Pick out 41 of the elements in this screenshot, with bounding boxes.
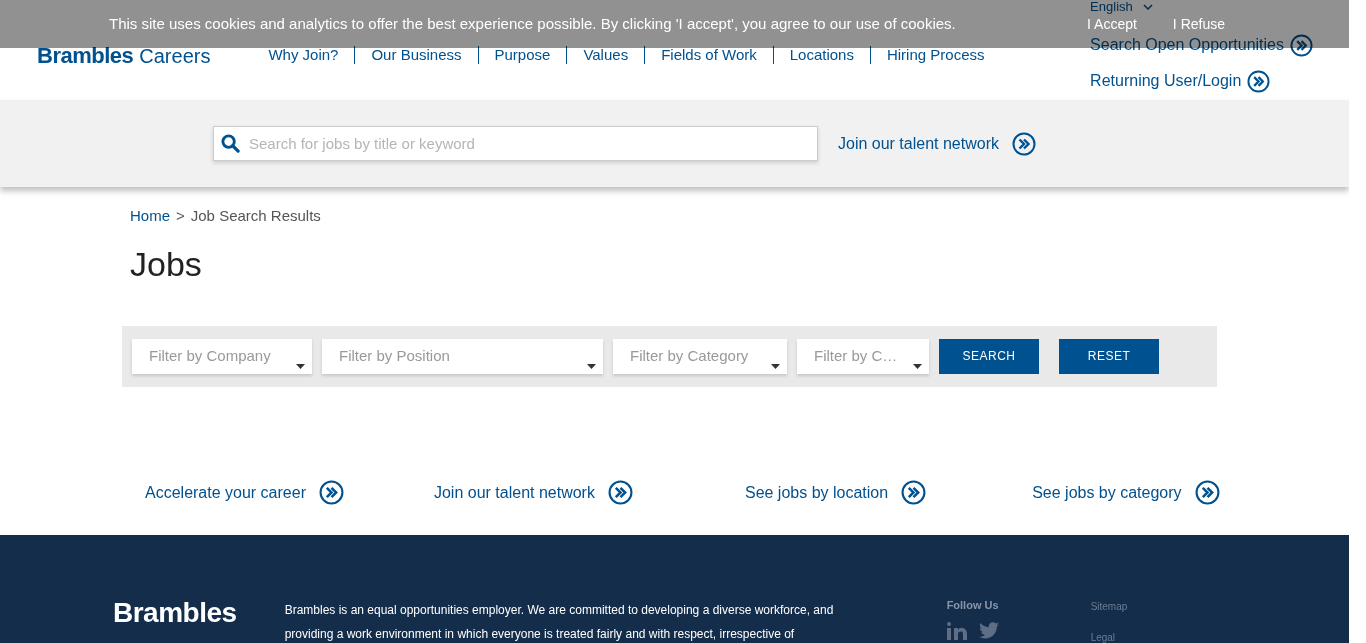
footer-text: Brambles is an equal opportunities employer. We are committed to developing a diverse workforce, and providing a work environment in which everyone is treated fairly and with respect, irrespective of: [284, 602, 835, 643]
nav-link[interactable]: Purpose: [494, 44, 551, 67]
nav-link[interactable]: Values: [583, 44, 629, 67]
nav-link[interactable]: Our Business: [371, 44, 462, 67]
double-chevron-icon: [1194, 480, 1220, 505]
cookie-message: This site uses cookies and analytics to offer the best experience possible. By clicking 'I accept', you agree to our use of cookies.: [109, 14, 956, 34]
linkedin-icon[interactable]: [946, 621, 967, 640]
breadcrumb-separator: >: [176, 206, 185, 226]
breadcrumb-link[interactable]: Home: [130, 205, 170, 228]
link[interactable]: See jobs by location: [744, 480, 927, 505]
double-chevron-icon: [1012, 131, 1036, 156]
search-field[interactable]: Search for jobs by title or keyword: [213, 126, 818, 161]
dropdown-arrow-icon: [771, 363, 780, 369]
page-title: Jobs: [130, 243, 203, 284]
nav-link[interactable]: Hiring Process: [886, 44, 985, 67]
chevron-down-icon: [1142, 4, 1153, 10]
link[interactable]: Join our talent network: [838, 131, 1036, 156]
double-chevron-icon: [901, 480, 927, 505]
breadcrumb-current: Job Search Results: [190, 206, 321, 226]
site-logo[interactable]: Brambles Careers: [37, 39, 211, 72]
double-chevron-icon: [318, 480, 344, 505]
dropdown-arrow-icon: [913, 363, 922, 369]
dropdown-arrow-icon: [587, 363, 596, 369]
footer-logo[interactable]: Brambles: [113, 597, 237, 629]
filter-button[interactable]: SEARCH: [939, 338, 1039, 374]
language-select[interactable]: English: [1090, 0, 1153, 14]
twitter-icon[interactable]: [978, 622, 999, 639]
nav-link[interactable]: Fields of Work: [661, 44, 757, 67]
dropdown-arrow-icon: [296, 363, 305, 369]
link[interactable]: See jobs by category: [1032, 480, 1220, 505]
double-chevron-icon: [1290, 33, 1313, 57]
link[interactable]: Accelerate your career: [145, 480, 344, 505]
nav-link[interactable]: Locations: [789, 44, 854, 67]
filter-button[interactable]: RESET: [1059, 338, 1159, 374]
follow-label: Follow Us: [946, 598, 999, 613]
link[interactable]: Join our talent network: [433, 480, 633, 505]
nav-link[interactable]: Why Join?: [268, 44, 339, 67]
double-chevron-icon: [607, 480, 633, 505]
search-icon: [221, 134, 240, 153]
double-chevron-icon: [1247, 69, 1271, 93]
link[interactable]: Returning User/Login: [1090, 69, 1271, 93]
